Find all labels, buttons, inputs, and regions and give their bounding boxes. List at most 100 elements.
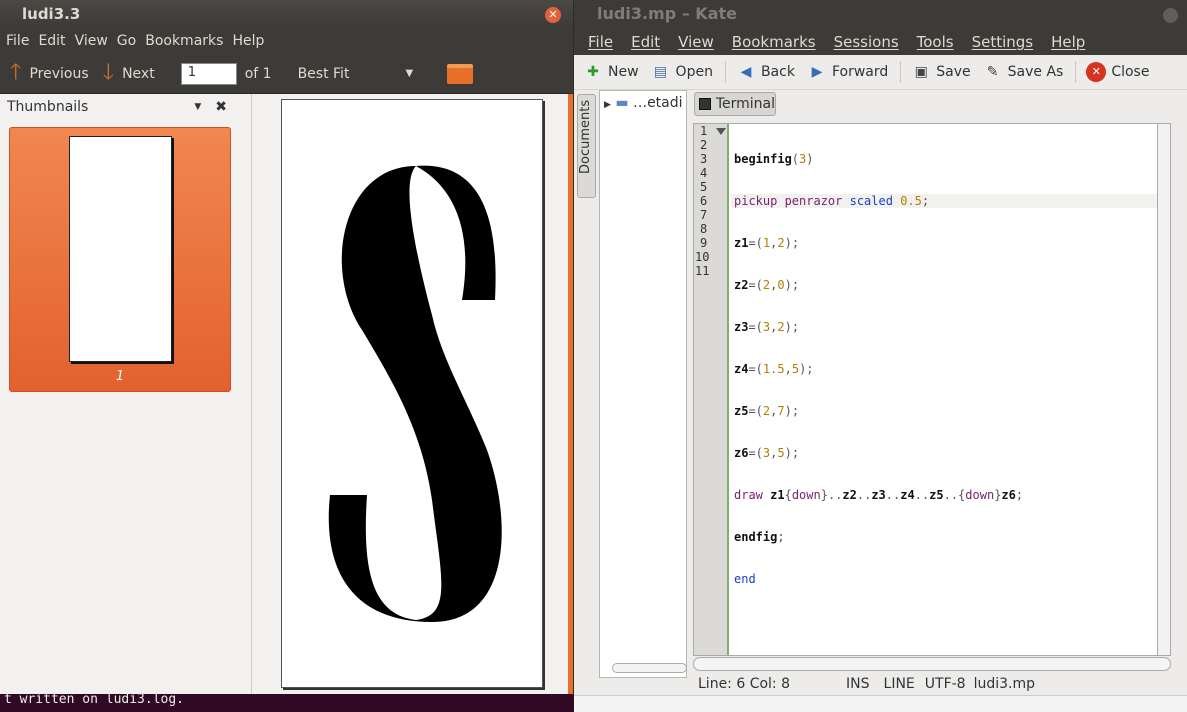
code-line-1: beginfig(3) (734, 152, 814, 166)
selection-mode[interactable]: LINE (884, 676, 915, 692)
menu-file[interactable]: File (588, 33, 613, 51)
menu-file[interactable]: File (6, 33, 29, 49)
code-line-7: z5=(2,7); (734, 404, 800, 418)
open-button[interactable]: ▤ Open (651, 62, 713, 82)
back-label: Back (760, 64, 795, 80)
back-arrow-icon: ◀ (740, 64, 752, 80)
close-icon[interactable]: ✖ (215, 99, 227, 115)
sidebar-header: Thumbnails ▼ ✖ (0, 94, 245, 120)
filesystem-panel: ▶ ▬ …etadi (599, 90, 687, 678)
sidebar-title[interactable]: Thumbnails (7, 99, 88, 115)
open-icon: ▤ (653, 64, 668, 80)
line-number: 9 (700, 236, 708, 250)
code-line-9: draw z1{down}..z2..z3..z4..z5..{down}z6; (734, 488, 1024, 502)
page-count: of 1 (244, 65, 272, 82)
menu-view[interactable]: View (75, 33, 108, 49)
chevron-down-icon[interactable]: ▼ (405, 68, 413, 79)
new-document-icon: ✚ (587, 64, 599, 80)
pdf-page (281, 99, 543, 688)
line-number: 3 (700, 152, 708, 166)
forward-button[interactable]: ▶ Forward (807, 62, 889, 82)
code-editor[interactable]: 1 2 3 4 5 6 7 8 9 10 11 beginfig(3) pick… (693, 123, 1171, 656)
separator (724, 61, 726, 83)
close-icon[interactable] (1163, 8, 1178, 23)
evince-title: ludi3.3 (22, 5, 81, 23)
terminal-output: t written on ludi3.log. (4, 694, 185, 707)
evince-toolbar: 🡑 Previous 🡓 Next 1 of 1 Best Fit ▼ (0, 54, 573, 94)
kate-toolbar: ✚ New ▤ Open ◀ Back ▶ Forward ▣ Save ✎ Save As… (574, 55, 1187, 90)
thumbnail-label: 1 (115, 369, 125, 384)
pane-divider[interactable] (568, 94, 573, 694)
line-number: 4 (700, 166, 708, 180)
down-arrow-icon[interactable]: 🡓 (103, 55, 114, 93)
folder-item[interactable]: ▶ ▬ …etadi (604, 95, 683, 111)
status-bar: Line: 6 Col: 8 INS LINE UTF-8 ludi3.mp (693, 673, 1171, 695)
chevron-down-icon[interactable]: ▼ (194, 102, 201, 112)
save-button[interactable]: ▣ Save (911, 62, 971, 82)
save-as-button[interactable]: ✎ Save As (983, 62, 1064, 82)
save-label: Save (936, 64, 971, 80)
kate-menubar: File Edit View Bookmarks Sessions Tools … (574, 28, 1187, 55)
document-view[interactable] (251, 94, 573, 694)
menu-view[interactable]: View (678, 33, 714, 51)
menu-sessions[interactable]: Sessions (834, 33, 899, 51)
close-label: Close (1111, 64, 1150, 80)
new-label: New (608, 64, 639, 80)
open-folder-icon[interactable] (447, 63, 474, 84)
save-as-icon: ✎ (986, 64, 999, 80)
new-button[interactable]: ✚ New (583, 62, 639, 82)
menu-tools[interactable]: Tools (917, 33, 954, 51)
line-number: 1 (700, 124, 708, 138)
vertical-scrollbar[interactable] (1157, 123, 1171, 656)
expand-icon: ▶ (604, 100, 611, 110)
menu-bookmarks[interactable]: Bookmarks (145, 33, 223, 49)
line-number: 6 (700, 194, 708, 208)
forward-label: Forward (831, 64, 889, 80)
kate-titlebar: ludi3.mp – Kate (574, 0, 1187, 28)
terminal-icon (699, 98, 711, 110)
documents-tab[interactable]: Documents (577, 94, 596, 198)
file-name: ludi3.mp (973, 676, 1035, 692)
separator (900, 61, 902, 83)
line-number-gutter: 1 2 3 4 5 6 7 8 9 10 11 (694, 124, 729, 655)
fold-arrow-icon[interactable] (716, 128, 726, 135)
cursor-position: Line: 6 Col: 8 (698, 676, 791, 692)
terminal-button[interactable]: Terminal (694, 92, 776, 116)
code-line-4: z2=(2,0); (734, 278, 800, 292)
line-number: 7 (700, 208, 708, 222)
insert-mode[interactable]: INS (846, 676, 870, 692)
up-arrow-icon[interactable]: 🡑 (10, 55, 21, 93)
page-thumbnail[interactable]: 1 (9, 127, 231, 392)
kate-window: ludi3.mp – Kate File Edit View Bookmarks… (574, 0, 1187, 712)
code-text: beginfig(3) pickup penrazor scaled 0.5; … (734, 124, 1023, 614)
line-number: 11 (695, 264, 710, 278)
back-button[interactable]: ◀ Back (736, 62, 795, 82)
encoding[interactable]: UTF-8 (925, 676, 966, 692)
page-number-input[interactable]: 1 (180, 62, 237, 85)
bottom-strip (574, 695, 1187, 712)
code-line-11: end (734, 572, 756, 586)
menu-help[interactable]: Help (232, 33, 264, 49)
menu-edit[interactable]: Edit (631, 33, 660, 51)
close-button[interactable]: ✕ Close (1086, 62, 1149, 82)
menu-settings[interactable]: Settings (972, 33, 1034, 51)
horizontal-scrollbar[interactable] (693, 657, 1171, 671)
terminal-window[interactable]: t written on ludi3.log. (0, 694, 637, 712)
close-icon[interactable]: ✕ (545, 7, 561, 23)
code-line-3: z1=(1,2); (734, 236, 800, 250)
horizontal-scrollbar[interactable] (612, 663, 687, 673)
line-number: 10 (695, 250, 710, 264)
zoom-select[interactable]: Best Fit (298, 66, 350, 82)
line-number: 5 (700, 180, 708, 194)
folder-label: …etadi (633, 95, 683, 111)
line-number: 8 (700, 222, 708, 236)
menu-go[interactable]: Go (117, 33, 136, 49)
menu-bookmarks[interactable]: Bookmarks (732, 33, 816, 51)
next-button[interactable]: Next (122, 66, 155, 82)
forward-arrow-icon: ▶ (811, 64, 823, 80)
menu-help[interactable]: Help (1051, 33, 1085, 51)
close-icon: ✕ (1086, 62, 1107, 82)
previous-button[interactable]: Previous (29, 66, 88, 82)
s-glyph-figure (328, 165, 502, 622)
menu-edit[interactable]: Edit (38, 33, 65, 49)
